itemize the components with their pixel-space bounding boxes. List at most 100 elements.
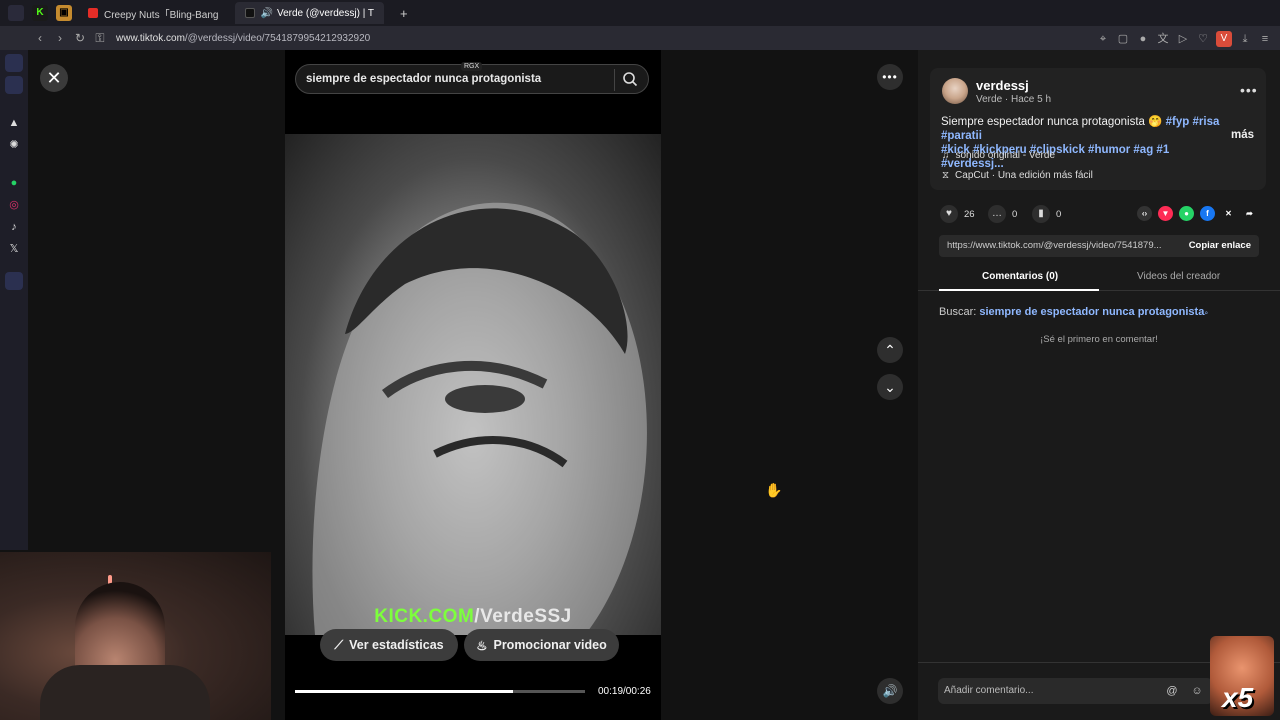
music-note-icon: ♫: [942, 150, 950, 161]
embed-icon[interactable]: ‹›: [1137, 206, 1152, 221]
post-more-icon[interactable]: •••: [1240, 82, 1258, 98]
emote-multiplier: x5: [1222, 682, 1254, 713]
like-button[interactable]: ♥ 26: [940, 205, 975, 223]
view-stats-button[interactable]: ⟋ Ver estadísticas: [320, 629, 458, 661]
search-label: Buscar:: [939, 306, 977, 318]
chart-icon: ⟋: [334, 637, 344, 652]
video-frame-image: [312, 202, 647, 635]
video-player[interactable]: [285, 134, 661, 635]
whatsapp-icon[interactable]: ●: [5, 174, 23, 192]
play-icon[interactable]: ▷: [1176, 32, 1190, 46]
like-count: 26: [964, 208, 975, 220]
browser-tab-bar: K ▣ Creepy Nuts「Bling-Bang 🔊 Verde (@ver…: [0, 0, 1280, 26]
aria-icon[interactable]: ▲: [5, 114, 23, 132]
new-tab-button[interactable]: +: [390, 2, 418, 24]
heart-icon[interactable]: ♡: [1196, 32, 1210, 46]
heart-icon: ♥: [940, 205, 958, 223]
promote-video-label: Promocionar video: [493, 638, 607, 652]
comment-button[interactable]: … 0: [988, 205, 1017, 223]
comment-icon: …: [988, 205, 1006, 223]
comment-placeholder: Añadir comentario...: [944, 685, 1034, 696]
tiktok-icon[interactable]: ♪: [5, 218, 23, 236]
active-tab-indicator: [939, 289, 1099, 291]
volume-button[interactable]: 🔊: [877, 678, 903, 704]
close-button[interactable]: ✕: [40, 64, 68, 92]
previous-video-button[interactable]: ⌃: [877, 337, 903, 363]
browser-sidebar: ▲ ✺ ● ◎ ♪ 𝕏: [0, 50, 28, 550]
sound-row[interactable]: ♫ sonido original - Verde: [942, 150, 1055, 161]
tab-label: Verde (@verdessj) | T: [276, 7, 374, 19]
screenshot-icon[interactable]: ▢: [1116, 32, 1130, 46]
tab-label: Creepy Nuts「Bling-Bang: [104, 9, 219, 21]
workspace-icon[interactable]: [8, 5, 24, 21]
send-icon[interactable]: ▼: [1158, 206, 1173, 221]
rgx-badge: RGX: [461, 62, 483, 71]
kick-icon[interactable]: K: [32, 5, 48, 21]
search-icon[interactable]: [622, 71, 638, 87]
save-button[interactable]: ▮ 0: [1032, 205, 1061, 223]
promote-video-button[interactable]: ♨ Promocionar video: [464, 629, 619, 661]
playback-time: 00:19/00:26: [598, 686, 651, 697]
webcam-body: [40, 665, 210, 720]
related-search[interactable]: Buscar: siempre de espectador nunca prot…: [939, 306, 1208, 318]
pinned-tab-icon[interactable]: ▣: [56, 5, 72, 21]
progress-bar[interactable]: [295, 690, 585, 693]
extension-icon[interactable]: ●: [1136, 32, 1150, 46]
comment-count: 0: [1012, 208, 1018, 220]
tiktok-icon: [244, 8, 255, 18]
bookmark-icon: ▮: [1032, 205, 1050, 223]
more-link[interactable]: más: [1231, 129, 1254, 141]
username[interactable]: verdessj: [976, 78, 1029, 93]
whatsapp-icon[interactable]: ●: [1179, 206, 1194, 221]
url-host: www.tiktok.com: [116, 32, 185, 44]
menu-icon[interactable]: ≡: [1258, 32, 1272, 46]
post-description: Siempre espectador nunca protagonista 🤭 …: [941, 115, 1231, 171]
back-icon[interactable]: ‹: [32, 31, 48, 45]
emoji-icon[interactable]: ☺: [1190, 684, 1204, 698]
link-field[interactable]: https://www.tiktok.com/@verdessj/video/7…: [939, 235, 1259, 257]
capcut-icon: ⧖: [942, 170, 950, 181]
download-icon[interactable]: ⤓: [1238, 32, 1252, 46]
view-stats-label: Ver estadísticas: [349, 638, 444, 652]
youtube-icon: [88, 8, 98, 18]
sidebar-app-icon[interactable]: [5, 54, 23, 72]
avatar[interactable]: [942, 78, 968, 104]
mouse-cursor-icon: ✋: [765, 482, 783, 498]
url-path: /@verdessj/video/7541879954212932920: [184, 32, 371, 44]
tab-comments[interactable]: Comentarios (0): [982, 271, 1058, 282]
x-icon[interactable]: ✕: [1221, 206, 1236, 221]
forward-icon[interactable]: ›: [52, 31, 68, 45]
mention-icon[interactable]: @: [1165, 684, 1179, 698]
share-icon[interactable]: ➦: [1242, 206, 1257, 221]
reload-icon[interactable]: ↻: [72, 31, 88, 45]
post-subline: Verde · Hace 5 h: [976, 94, 1052, 105]
translate-icon[interactable]: 文: [1156, 32, 1170, 46]
sidebar-app-icon[interactable]: [5, 272, 23, 290]
pin-icon[interactable]: ⌖: [1096, 32, 1110, 46]
instagram-icon[interactable]: ◎: [5, 196, 23, 214]
tab-tiktok[interactable]: 🔊 Verde (@verdessj) | T: [234, 2, 384, 24]
flame-icon: ♨: [476, 638, 488, 653]
watermark-channel: /VerdeSSJ: [474, 606, 572, 627]
sidebar-app-icon[interactable]: [5, 76, 23, 94]
facebook-icon[interactable]: f: [1200, 206, 1215, 221]
address-bar: ‹ › ↻ ⚿ www.tiktok.com/@verdessj/video/7…: [0, 26, 1280, 50]
search-term-link[interactable]: siempre de espectador nunca protagonista: [979, 306, 1204, 318]
security-icon[interactable]: ⚿: [92, 31, 108, 46]
copy-link-button[interactable]: Copiar enlace: [1189, 240, 1251, 251]
url-field[interactable]: www.tiktok.com/@verdessj/video/754187995…: [116, 33, 370, 44]
more-options-button[interactable]: •••: [877, 64, 903, 90]
tab-creator-videos[interactable]: Videos del creador: [1137, 271, 1220, 282]
tab-creepy-nuts[interactable]: Creepy Nuts「Bling-Bang: [78, 2, 229, 24]
description-text: Siempre espectador nunca protagonista 🤭: [941, 116, 1166, 128]
browser-toolbar: ⌖ ▢ ● 文 ▷ ♡ V ⤓ ≡: [1096, 31, 1272, 47]
capcut-row[interactable]: ⧖ CapCut · Una edición más fácil: [942, 170, 1093, 181]
save-count: 0: [1056, 208, 1062, 220]
next-video-button[interactable]: ⌄: [877, 374, 903, 400]
profile-avatar[interactable]: V: [1216, 31, 1232, 47]
x-icon[interactable]: 𝕏: [5, 240, 23, 258]
search-query-text: siempre de espectador nunca protagonista: [306, 73, 542, 85]
chatgpt-icon[interactable]: ✺: [5, 136, 23, 154]
search-divider: [614, 69, 615, 91]
speaker-icon: 🔊: [260, 7, 273, 19]
